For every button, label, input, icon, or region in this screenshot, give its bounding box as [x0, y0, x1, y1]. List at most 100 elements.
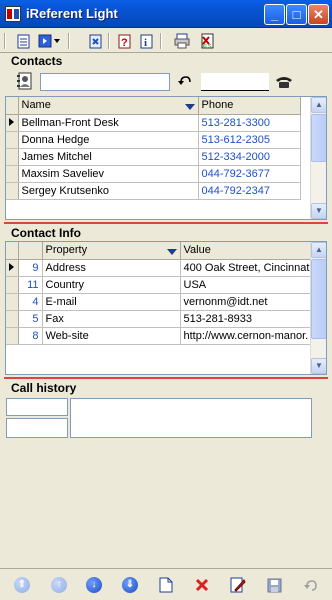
telephone-icon: [276, 77, 292, 88]
close-button[interactable]: ✕: [308, 4, 329, 25]
scroll-thumb[interactable]: [311, 259, 326, 339]
column-header-name[interactable]: Name: [18, 97, 199, 115]
property-row[interactable]: 8 Web-site http://www.cernon-manor.: [6, 327, 319, 345]
property-row[interactable]: 9 Address 400 Oak Street, Cincinnati,: [6, 259, 319, 277]
column-header-value[interactable]: Value: [180, 242, 319, 260]
delete-button[interactable]: [86, 32, 105, 50]
contact-row[interactable]: Maxsim Saveliev 044-792-3677: [6, 165, 301, 183]
contact-phone[interactable]: 044-792-3677: [198, 165, 301, 183]
call-history-field[interactable]: [6, 418, 68, 438]
contact-search-input[interactable]: [40, 73, 170, 91]
contact-name[interactable]: James Mitchel: [18, 148, 199, 166]
svg-text:?: ?: [121, 37, 128, 49]
property-row[interactable]: 11 Country USA: [6, 276, 319, 294]
contacts-grid[interactable]: Name Phone Bellman-Front Desk 513-281-33…: [5, 96, 327, 220]
contact-phone[interactable]: 513-281-3300: [198, 114, 301, 132]
toolbar-separator: [160, 33, 162, 49]
property-row[interactable]: 5 Fax 513-281-8933: [6, 310, 319, 328]
move-last-button[interactable]: ⇓: [117, 573, 143, 597]
save-icon: [267, 578, 281, 592]
property-value[interactable]: 513-281-8933: [180, 310, 319, 328]
move-prev-icon: ↑: [51, 577, 67, 593]
move-next-button[interactable]: ↓: [81, 573, 107, 597]
property-value[interactable]: vernonm@idt.net: [180, 293, 319, 311]
scroll-thumb[interactable]: [311, 114, 326, 162]
title-bar: iReferent Light _ □ ✕: [0, 0, 332, 28]
row-indicator-header: [6, 97, 19, 115]
call-history-field[interactable]: [6, 398, 68, 416]
excel-icon: XLS: [201, 33, 213, 49]
contact-name[interactable]: Sergey Krutsenko: [18, 182, 199, 200]
contact-name[interactable]: Maxsim Saveliev: [18, 165, 199, 183]
scroll-down-button[interactable]: ▼: [311, 203, 326, 219]
property-id: 9: [18, 259, 43, 277]
column-header-label: Property: [45, 244, 88, 257]
contact-row[interactable]: Bellman-Front Desk 513-281-3300: [6, 114, 301, 132]
new-record-button[interactable]: [153, 573, 179, 597]
dial-button[interactable]: [274, 73, 294, 91]
row-indicator: [6, 293, 19, 311]
contact-info-grid[interactable]: Property Value 9 Address 400 Oak Street,…: [5, 241, 327, 375]
property-value[interactable]: 400 Oak Street, Cincinnati,: [180, 259, 319, 277]
call-history-notes[interactable]: [70, 398, 312, 438]
info-button[interactable]: i: [137, 32, 156, 50]
next-button[interactable]: [37, 32, 63, 50]
minimize-button[interactable]: _: [264, 4, 285, 25]
row-indicator: [6, 259, 19, 277]
contact-name[interactable]: Bellman-Front Desk: [18, 114, 199, 132]
toolbar-separator: [108, 33, 110, 49]
move-prev-button[interactable]: ↑: [46, 573, 72, 597]
scroll-up-button[interactable]: ▲: [311, 97, 326, 113]
svg-text:i: i: [144, 37, 147, 49]
contact-phone[interactable]: 044-792-2347: [198, 182, 301, 200]
splitter[interactable]: [4, 222, 328, 224]
property-value[interactable]: USA: [180, 276, 319, 294]
row-indicator: [6, 148, 19, 166]
note-icon: [17, 34, 29, 48]
excel-button[interactable]: XLS: [197, 32, 216, 50]
delete-record-button[interactable]: [189, 573, 215, 597]
save-button[interactable]: [261, 573, 287, 597]
contact-row[interactable]: Donna Hedge 513-612-2305: [6, 131, 301, 149]
address-book-icon: [17, 72, 32, 90]
column-header-id: [18, 242, 43, 260]
row-indicator: [6, 276, 19, 294]
contact-row[interactable]: Sergey Krutsenko 044-792-2347: [6, 182, 301, 200]
edit-record-button[interactable]: [225, 573, 251, 597]
column-header-label: Value: [183, 244, 211, 257]
property-name[interactable]: Web-site: [42, 327, 181, 345]
column-header-phone[interactable]: Phone: [198, 97, 301, 115]
current-row-arrow-icon: [9, 117, 14, 126]
property-name[interactable]: Address: [42, 259, 181, 277]
contact-info-scrollbar[interactable]: ▲ ▼: [310, 242, 326, 374]
splitter[interactable]: [4, 377, 328, 379]
export-button[interactable]: [172, 32, 191, 50]
clear-filter-button[interactable]: [177, 74, 193, 90]
delete-icon: [89, 34, 101, 48]
property-name[interactable]: E-mail: [42, 293, 181, 311]
note-button[interactable]: [14, 32, 33, 50]
contacts-book-button[interactable]: [15, 71, 35, 91]
property-row[interactable]: 4 E-mail vernonm@idt.net: [6, 293, 319, 311]
property-name[interactable]: Country: [42, 276, 181, 294]
toolbar-grip: [4, 33, 6, 49]
contact-row[interactable]: James Mitchel 512-334-2000: [6, 148, 301, 166]
contacts-scrollbar[interactable]: ▲ ▼: [310, 97, 326, 219]
scroll-down-button[interactable]: ▼: [311, 358, 326, 374]
call-history-label: Call history: [11, 381, 77, 395]
undo-button[interactable]: [297, 573, 323, 597]
property-name[interactable]: Fax: [42, 310, 181, 328]
phone-filter-input[interactable]: [201, 73, 269, 91]
maximize-button[interactable]: □: [286, 4, 307, 25]
help-button[interactable]: ?: [115, 32, 134, 50]
contact-phone[interactable]: 513-612-2305: [198, 131, 301, 149]
contact-info-label: Contact Info: [11, 226, 81, 240]
scroll-up-button[interactable]: ▲: [311, 242, 326, 258]
property-value[interactable]: http://www.cernon-manor.: [180, 327, 319, 345]
move-first-button[interactable]: ⇑: [9, 573, 35, 597]
undo-arrow-icon: [178, 76, 191, 85]
column-header-property[interactable]: Property: [42, 242, 181, 260]
contact-name[interactable]: Donna Hedge: [18, 131, 199, 149]
row-indicator-header: [6, 242, 19, 260]
contact-phone[interactable]: 512-334-2000: [198, 148, 301, 166]
